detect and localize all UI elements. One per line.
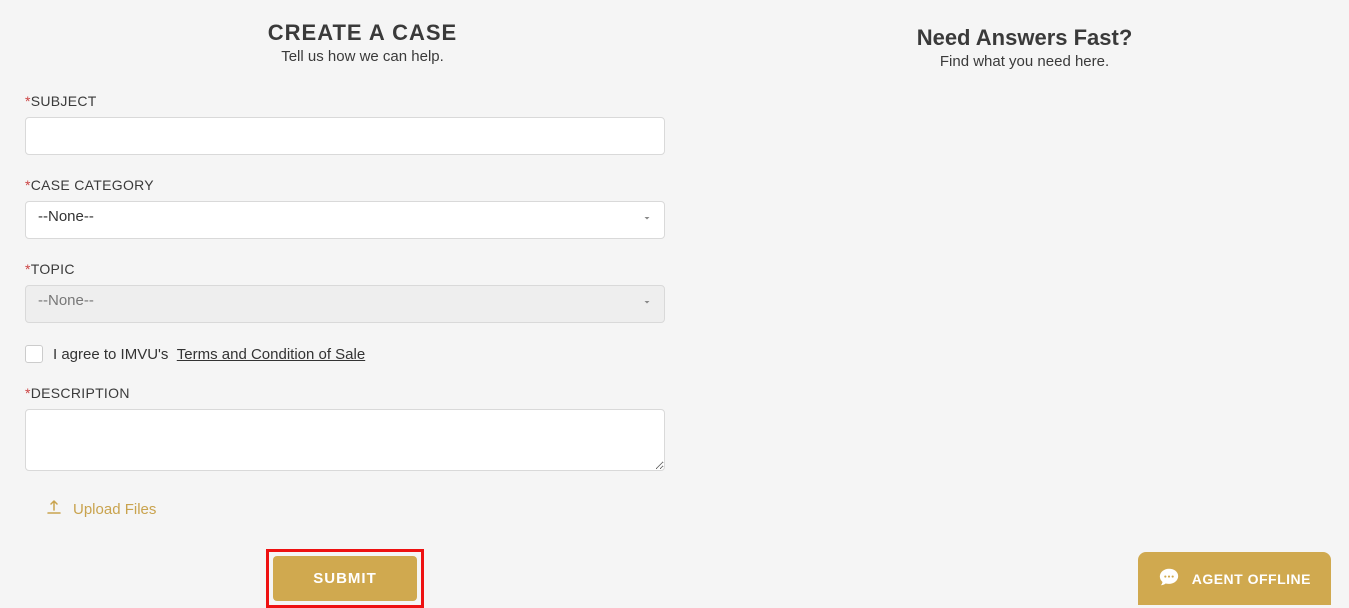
chat-widget[interactable]: AGENT OFFLINE — [1138, 552, 1331, 605]
category-select[interactable]: --None-- — [25, 201, 665, 239]
topic-label: *TOPIC — [25, 261, 700, 277]
help-title: Need Answers Fast? — [700, 25, 1349, 51]
topic-select[interactable]: --None-- — [25, 285, 665, 323]
upload-files-button[interactable]: Upload Files — [45, 498, 700, 521]
submit-highlight: SUBMIT — [266, 549, 424, 608]
agree-checkbox[interactable] — [25, 345, 43, 363]
upload-label: Upload Files — [73, 501, 156, 518]
description-input[interactable] — [25, 409, 665, 471]
subject-input[interactable] — [25, 117, 665, 155]
chat-status: AGENT OFFLINE — [1192, 571, 1311, 587]
category-label: *CASE CATEGORY — [25, 177, 700, 193]
submit-button[interactable]: SUBMIT — [273, 556, 417, 601]
upload-icon — [45, 498, 63, 521]
terms-link[interactable]: Terms and Condition of Sale — [177, 346, 365, 363]
subject-label: *SUBJECT — [25, 93, 700, 109]
description-label: *DESCRIPTION — [25, 385, 700, 401]
form-subtitle: Tell us how we can help. — [25, 48, 700, 65]
chat-icon — [1158, 566, 1180, 591]
agree-text: I agree to IMVU's Terms and Condition of… — [53, 346, 365, 363]
help-subtitle: Find what you need here. — [700, 53, 1349, 70]
form-title: CREATE A CASE — [25, 20, 700, 46]
